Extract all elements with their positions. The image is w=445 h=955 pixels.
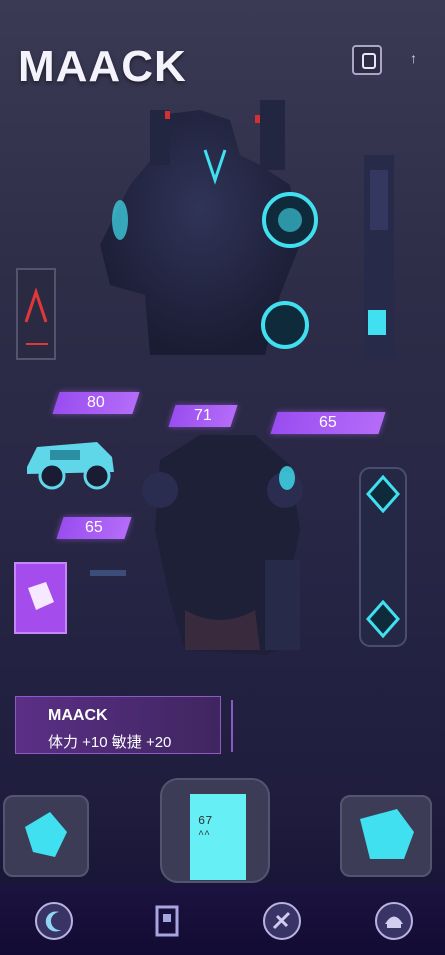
armor-upper-illustration: [100, 100, 318, 355]
equipment-slot-right[interactable]: [340, 795, 432, 877]
stat-badge: 65: [56, 517, 132, 539]
menu-icon[interactable]: [352, 45, 382, 75]
info-name: MAACK: [48, 707, 108, 724]
weapon-nav-icon[interactable]: [263, 902, 301, 940]
stat-badge: 80: [52, 392, 140, 414]
purple-item-card[interactable]: [14, 562, 67, 634]
armor-back-illustration: [142, 435, 303, 655]
divider: [231, 700, 233, 752]
equipment-slot-center[interactable]: 67 ^^: [160, 778, 270, 883]
moon-nav-icon[interactable]: [35, 902, 73, 940]
stat-badge: 71: [168, 405, 238, 427]
card-line-1: 67: [198, 814, 213, 828]
character-nav-icon[interactable]: [147, 902, 187, 940]
weapon-device[interactable]: [358, 150, 400, 365]
keycard-item[interactable]: [16, 268, 56, 360]
card-line-2: ^^: [198, 830, 211, 841]
character-title: MAACK: [18, 42, 187, 91]
divider: [90, 570, 126, 576]
shield-item[interactable]: [356, 462, 411, 652]
equipment-slot-left[interactable]: [3, 795, 89, 877]
helmet-nav-icon[interactable]: [375, 902, 413, 940]
vehicle-item[interactable]: [22, 432, 120, 492]
arrow-up-icon[interactable]: ↑: [410, 50, 417, 66]
info-stats: 体力 +10 敏捷 +20: [48, 734, 172, 751]
character-info-panel: MAACK 体力 +10 敏捷 +20: [15, 696, 221, 754]
